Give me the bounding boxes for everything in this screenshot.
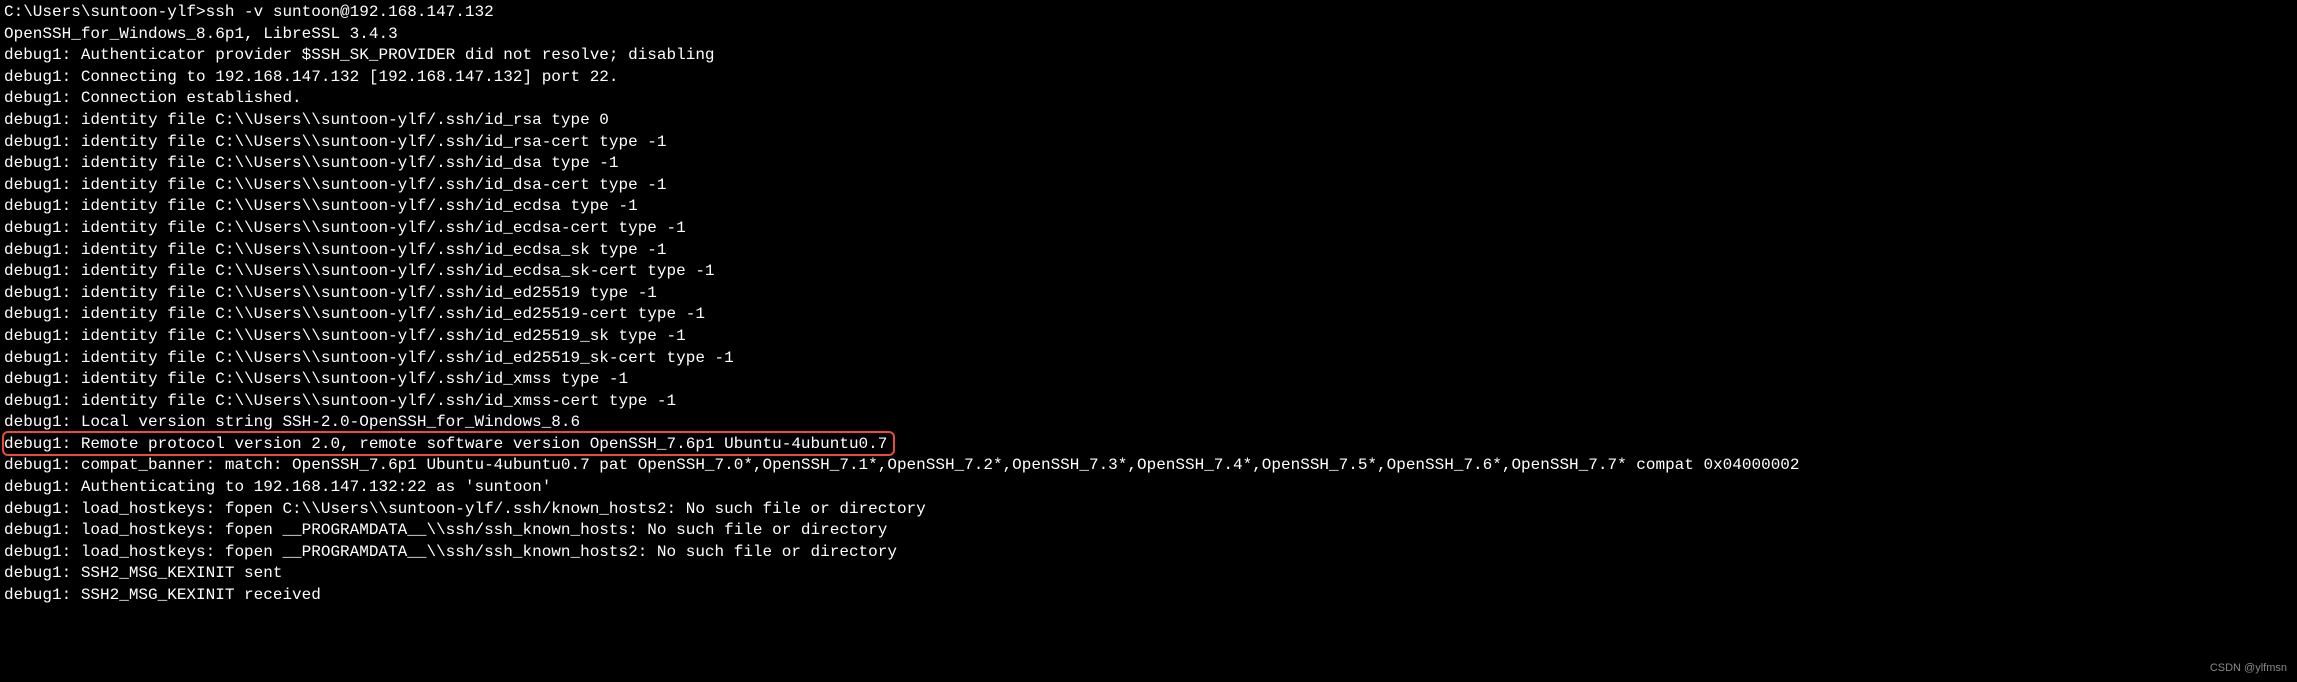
terminal-line: debug1: Local version string SSH-2.0-Ope… bbox=[4, 412, 2293, 434]
terminal-line: debug1: identity file C:\\Users\\suntoon… bbox=[4, 153, 2293, 175]
terminal-line: debug1: load_hostkeys: fopen __PROGRAMDA… bbox=[4, 520, 2293, 542]
terminal-line: debug1: identity file C:\\Users\\suntoon… bbox=[4, 110, 2293, 132]
terminal-line: debug1: identity file C:\\Users\\suntoon… bbox=[4, 175, 2293, 197]
terminal-line: debug1: compat_banner: match: OpenSSH_7.… bbox=[4, 455, 2293, 477]
terminal-line: debug1: identity file C:\\Users\\suntoon… bbox=[4, 196, 2293, 218]
terminal-line: OpenSSH_for_Windows_8.6p1, LibreSSL 3.4.… bbox=[4, 24, 2293, 46]
terminal-line: debug1: load_hostkeys: fopen __PROGRAMDA… bbox=[4, 542, 2293, 564]
terminal-line: debug1: identity file C:\\Users\\suntoon… bbox=[4, 240, 2293, 262]
watermark-text: CSDN @ylfmsn bbox=[2210, 661, 2287, 676]
terminal-line: debug1: Connection established. bbox=[4, 88, 2293, 110]
terminal-line: debug1: identity file C:\\Users\\suntoon… bbox=[4, 391, 2293, 413]
terminal-line: C:\Users\suntoon-ylf>ssh -v suntoon@192.… bbox=[4, 2, 2293, 24]
terminal-line: debug1: identity file C:\\Users\\suntoon… bbox=[4, 304, 2293, 326]
terminal-line: debug1: identity file C:\\Users\\suntoon… bbox=[4, 261, 2293, 283]
terminal-line: debug1: identity file C:\\Users\\suntoon… bbox=[4, 283, 2293, 305]
terminal-line: debug1: Connecting to 192.168.147.132 [1… bbox=[4, 67, 2293, 89]
terminal-line: debug1: identity file C:\\Users\\suntoon… bbox=[4, 326, 2293, 348]
terminal-line: debug1: identity file C:\\Users\\suntoon… bbox=[4, 369, 2293, 391]
terminal-output[interactable]: C:\Users\suntoon-ylf>ssh -v suntoon@192.… bbox=[4, 2, 2293, 607]
terminal-line: debug1: SSH2_MSG_KEXINIT sent bbox=[4, 563, 2293, 585]
terminal-line: debug1: identity file C:\\Users\\suntoon… bbox=[4, 218, 2293, 240]
terminal-line: debug1: Authenticator provider $SSH_SK_P… bbox=[4, 45, 2293, 67]
terminal-line: debug1: SSH2_MSG_KEXINIT received bbox=[4, 585, 2293, 607]
terminal-line: debug1: identity file C:\\Users\\suntoon… bbox=[4, 348, 2293, 370]
terminal-line: debug1: Authenticating to 192.168.147.13… bbox=[4, 477, 2293, 499]
terminal-line: debug1: Remote protocol version 2.0, rem… bbox=[4, 434, 2293, 456]
terminal-line: debug1: identity file C:\\Users\\suntoon… bbox=[4, 132, 2293, 154]
terminal-line: debug1: load_hostkeys: fopen C:\\Users\\… bbox=[4, 499, 2293, 521]
